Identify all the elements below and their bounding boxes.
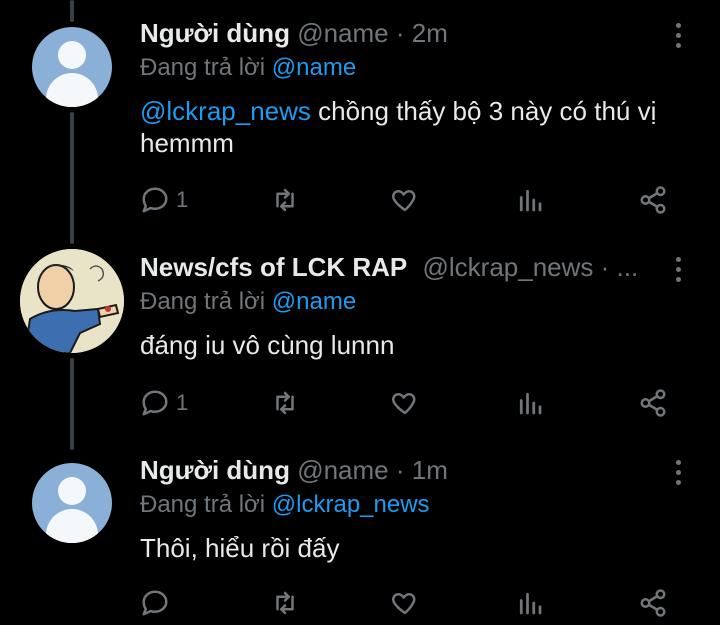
share-icon xyxy=(640,389,666,417)
avatar[interactable] xyxy=(32,463,112,543)
tweet-text: đáng iu vô cùng lunnn xyxy=(140,330,395,360)
like-button[interactable] xyxy=(390,182,420,218)
analytics-button[interactable] xyxy=(515,585,545,621)
timestamp[interactable]: · 1m xyxy=(396,455,448,485)
tweet-header: Người dùng @name · 1m xyxy=(140,452,720,488)
user-handle[interactable]: @name xyxy=(297,18,388,48)
thread-line xyxy=(70,358,74,450)
user-handle[interactable]: @lckrap_news xyxy=(423,252,594,282)
tweet-text: Thôi, hiểu rồi đấy xyxy=(140,533,340,563)
user-handle[interactable]: @name xyxy=(297,455,388,485)
analytics-button[interactable] xyxy=(515,385,545,421)
display-name[interactable]: News/cfs of LCK RAP xyxy=(140,252,407,282)
avatar[interactable] xyxy=(20,249,124,353)
share-button[interactable] xyxy=(638,385,668,421)
reply-to-mention[interactable]: @name xyxy=(272,288,356,315)
reply-icon xyxy=(142,187,168,213)
analytics-icon xyxy=(519,592,542,615)
share-button[interactable] xyxy=(638,585,668,621)
reply-to-mention[interactable]: @lckrap_news xyxy=(272,491,430,518)
reply-count: 1 xyxy=(176,187,189,212)
timestamp[interactable]: · ... xyxy=(601,252,639,282)
reply-button[interactable] xyxy=(140,585,170,621)
tweet-header: News/cfs of LCK RAP @lckrap_news · ... xyxy=(140,249,720,285)
thread-line xyxy=(70,112,74,244)
action-bar xyxy=(140,585,720,621)
share-button[interactable] xyxy=(638,182,668,218)
action-bar: 1 xyxy=(140,182,720,218)
retweet-button[interactable] xyxy=(270,585,300,621)
reply-button[interactable]: 1 xyxy=(140,182,188,218)
like-icon xyxy=(392,393,416,415)
display-name[interactable]: Người dùng xyxy=(140,455,290,485)
analytics-button[interactable] xyxy=(515,182,545,218)
drawn-character-avatar xyxy=(20,249,124,353)
tweet-text: @lckrap_news chồng thấy bộ 3 này có thú … xyxy=(140,96,657,158)
reply-icon xyxy=(142,590,168,616)
like-button[interactable] xyxy=(390,385,420,421)
analytics-icon xyxy=(519,392,542,415)
more-options-icon[interactable] xyxy=(666,452,690,488)
tweet-header: Người dùng @name · 2m xyxy=(140,15,720,51)
thread-line xyxy=(70,0,74,22)
mention-link[interactable]: @lckrap_news xyxy=(140,96,311,126)
retweet-icon xyxy=(276,391,294,415)
timestamp[interactable]: · 2m xyxy=(396,18,448,48)
replying-to: Đang trả lời @name xyxy=(140,288,357,315)
retweet-button[interactable] xyxy=(270,385,300,421)
like-icon xyxy=(392,593,416,615)
display-name[interactable]: Người dùng xyxy=(140,18,290,48)
like-icon xyxy=(392,190,416,212)
retweet-icon xyxy=(276,591,294,615)
reply-count: 1 xyxy=(176,390,189,415)
more-options-icon[interactable] xyxy=(666,249,690,285)
retweet-button[interactable] xyxy=(270,182,300,218)
share-icon xyxy=(640,589,666,617)
replying-to: Đang trả lời @name xyxy=(140,54,357,81)
more-options-icon[interactable] xyxy=(666,15,690,51)
avatar[interactable] xyxy=(32,27,112,107)
reply-icon xyxy=(142,390,168,416)
retweet-icon xyxy=(276,188,294,212)
share-icon xyxy=(640,186,666,214)
action-bar: 1 xyxy=(140,385,720,421)
reply-to-mention[interactable]: @name xyxy=(272,54,356,81)
replying-to: Đang trả lời @lckrap_news xyxy=(140,491,430,518)
like-button[interactable] xyxy=(390,585,420,621)
analytics-icon xyxy=(519,189,542,212)
reply-button[interactable]: 1 xyxy=(140,385,188,421)
